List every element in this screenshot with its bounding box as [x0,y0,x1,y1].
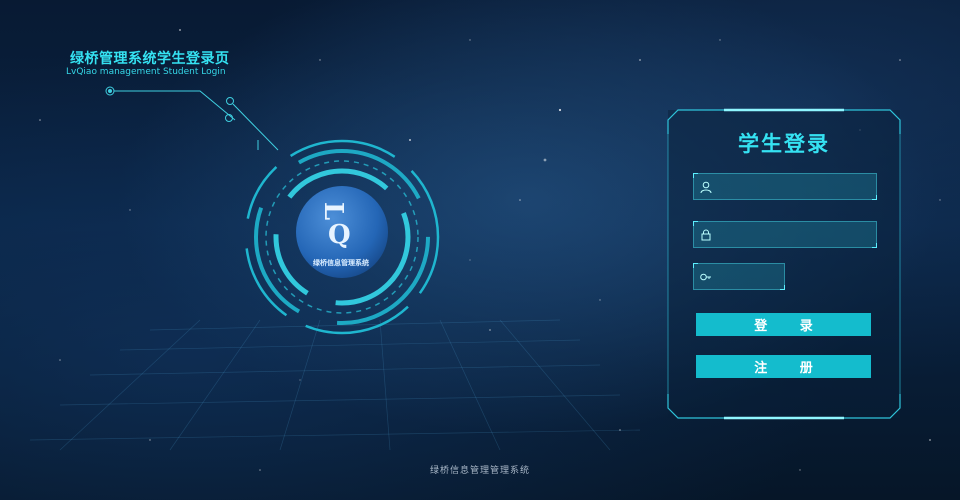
password-input[interactable] [716,222,876,249]
logo-letter-l: L [318,201,349,221]
lock-icon [701,229,711,241]
logo-letters: L Q [318,190,366,260]
captcha-field[interactable] [693,263,786,291]
register-button[interactable]: 注 册 [696,355,871,378]
footer-text: 绿桥信息管理管理系统 [429,466,530,476]
logo-letter-q: Q [328,220,351,250]
username-input[interactable] [716,174,876,201]
user-icon [700,181,712,194]
login-button[interactable]: 登 录 [696,313,871,336]
username-field[interactable] [693,173,877,201]
key-icon [700,273,711,281]
field-corner [693,173,698,178]
login-heading: 学生登录 [738,132,830,156]
password-field[interactable] [693,221,877,249]
logo-caption: 绿桥信息管理系统 [313,259,369,267]
captcha-input[interactable] [716,264,786,291]
field-corner [693,263,698,268]
field-corner [693,221,698,226]
